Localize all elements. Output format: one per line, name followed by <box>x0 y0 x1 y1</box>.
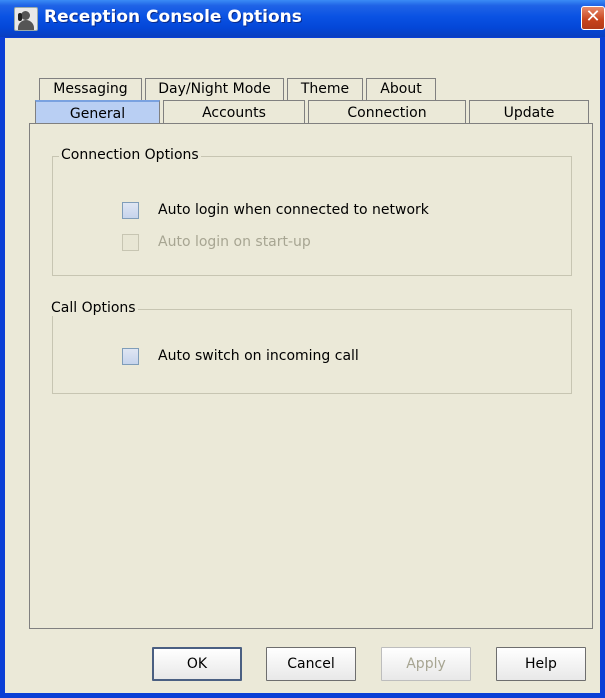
tab-label: Accounts <box>202 105 266 121</box>
tab-label: Update <box>503 105 555 121</box>
tab-connection[interactable]: Connection <box>308 100 466 124</box>
tab-general[interactable]: General <box>35 100 160 124</box>
connection-options-title: Connection Options <box>59 147 201 163</box>
auto-login-network-label: Auto login when connected to network <box>158 202 429 218</box>
auto-login-startup-checkbox <box>122 234 139 251</box>
auto-login-startup-option: Auto login on start-up <box>122 234 382 254</box>
tab-label: General <box>69 106 126 122</box>
tab-update[interactable]: Update <box>469 100 589 124</box>
auto-login-startup-label: Auto login on start-up <box>158 234 311 250</box>
tab-label: About <box>380 81 422 97</box>
tab-label: Messaging <box>53 81 128 97</box>
reception-console-app-icon <box>14 7 38 31</box>
general-tab-panel: Connection Options Auto login when conne… <box>29 123 593 629</box>
ok-button[interactable]: OK <box>152 647 242 681</box>
tab-messaging[interactable]: Messaging <box>39 78 142 100</box>
close-icon: ✕ <box>585 6 601 27</box>
cancel-button[interactable]: Cancel <box>266 647 356 681</box>
help-button[interactable]: Help <box>496 647 586 681</box>
window-title: Reception Console Options <box>44 7 302 27</box>
tab-about[interactable]: About <box>366 78 436 100</box>
apply-button: Apply <box>381 647 471 681</box>
close-window-button[interactable]: ✕ <box>581 6 605 30</box>
auto-login-network-option[interactable]: Auto login when connected to network <box>122 202 482 222</box>
tab-label: Theme <box>300 81 350 97</box>
tab-day-night-mode[interactable]: Day/Night Mode <box>145 78 284 100</box>
connection-options-group: Connection Options Auto login when conne… <box>52 147 572 276</box>
auto-switch-option[interactable]: Auto switch on incoming call <box>122 348 422 368</box>
call-options-title: Call Options <box>49 300 138 316</box>
tab-accounts[interactable]: Accounts <box>163 100 305 124</box>
auto-login-network-checkbox[interactable] <box>122 202 139 219</box>
auto-switch-label: Auto switch on incoming call <box>158 348 359 364</box>
call-options-group: Call Options Auto switch on incoming cal… <box>49 300 572 394</box>
tab-label: Day/Night Mode <box>158 81 271 97</box>
auto-switch-checkbox[interactable] <box>122 348 139 365</box>
options-window: Reception Console Options ✕ Messaging Da… <box>0 0 605 698</box>
title-bar[interactable]: Reception Console Options ✕ <box>0 0 605 37</box>
tab-theme[interactable]: Theme <box>287 78 363 100</box>
tab-label: Connection <box>347 105 427 121</box>
